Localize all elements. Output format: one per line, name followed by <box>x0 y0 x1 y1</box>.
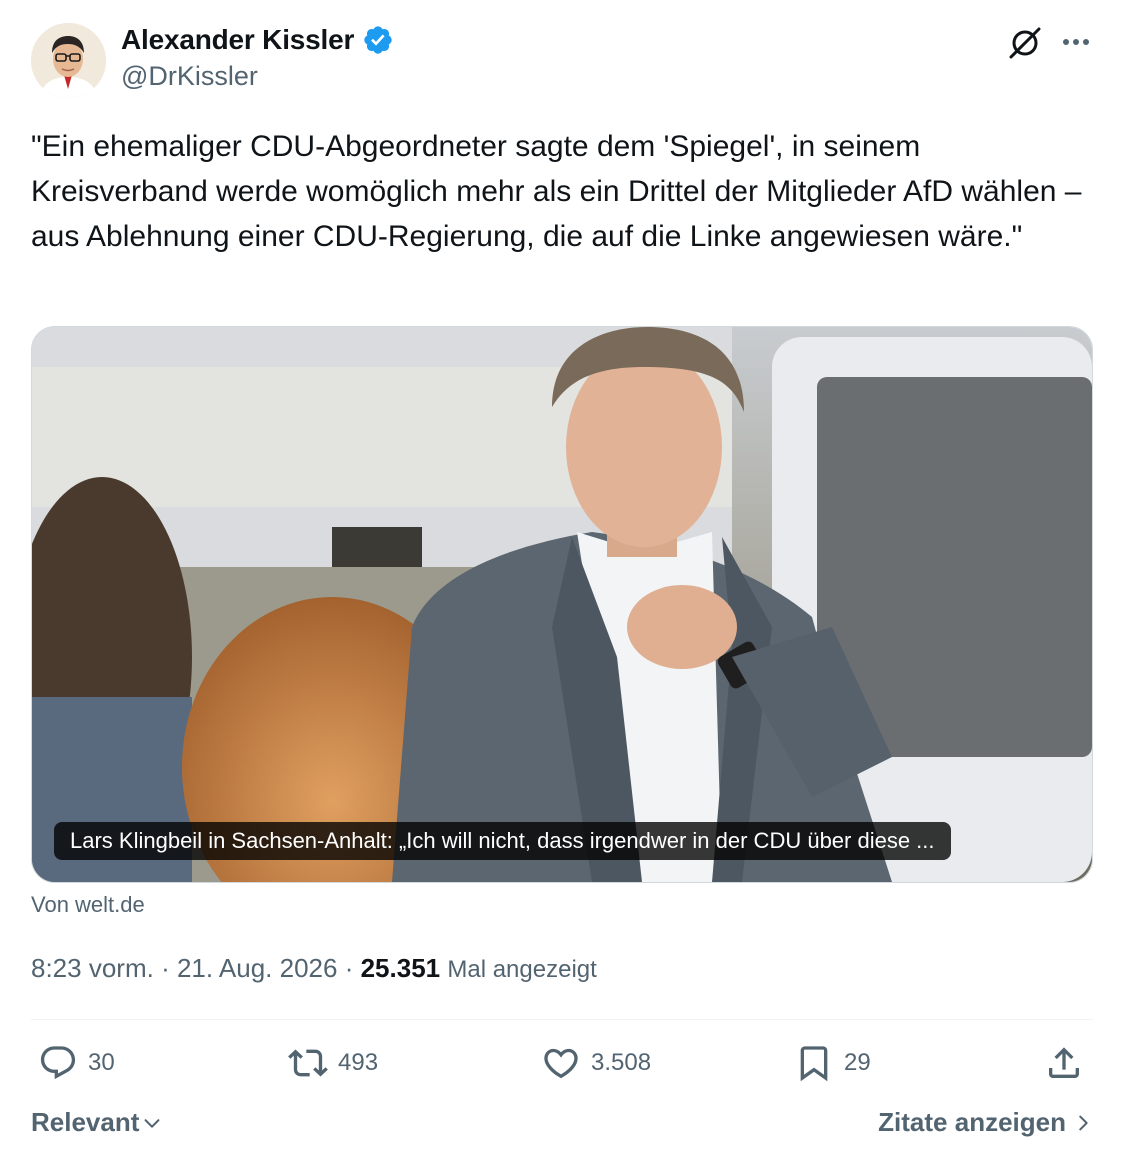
repost-button[interactable]: 493 <box>288 1043 378 1083</box>
reply-icon <box>40 1046 76 1080</box>
repost-count: 493 <box>338 1049 379 1076</box>
author-name-row[interactable]: Alexander Kissler <box>121 24 394 56</box>
more-options-icon[interactable] <box>1060 30 1092 54</box>
meta-separator: · <box>344 953 354 983</box>
tweet-meta: 8:23 vorm. · 21. Aug. 2026 · 25.351 Mal … <box>31 953 597 984</box>
like-count: 3.508 <box>591 1049 652 1076</box>
bookmark-icon <box>800 1046 828 1082</box>
avatar-image <box>31 23 106 98</box>
reply-button[interactable]: 30 <box>38 1043 115 1083</box>
share-icon <box>1049 1047 1079 1078</box>
author-name[interactable]: Alexander Kissler <box>121 24 354 56</box>
meta-separator: · <box>161 953 170 983</box>
tweet-text: "Ein ehemaliger CDU-Abgeordneter sagte d… <box>31 130 1082 253</box>
repost-icon <box>288 1049 328 1077</box>
reply-count: 30 <box>88 1049 115 1076</box>
link-source[interactable]: Von welt.de <box>31 892 145 918</box>
verified-badge-icon <box>364 26 392 54</box>
heart-icon <box>544 1048 578 1079</box>
divider <box>31 1019 1093 1020</box>
view-count-label: Mal angezeigt <box>447 956 597 983</box>
bookmark-button[interactable]: 29 <box>794 1043 871 1083</box>
article-photo <box>32 327 1092 882</box>
tweet-time[interactable]: 8:23 vorm. <box>31 953 154 983</box>
author-handle[interactable]: @DrKissler <box>121 61 258 92</box>
share-button[interactable] <box>1044 1043 1084 1083</box>
sort-label: Relevant <box>31 1107 140 1137</box>
sort-dropdown[interactable]: Relevant <box>31 1107 163 1138</box>
link-card-media[interactable]: Lars Klingbeil in Sachsen-Anhalt: „Ich w… <box>31 326 1093 883</box>
view-quotes-label: Zitate anzeigen <box>878 1107 1066 1137</box>
like-button[interactable]: 3.508 <box>541 1043 651 1083</box>
view-quotes-link[interactable]: Zitate anzeigen <box>878 1107 1092 1138</box>
tweet-date[interactable]: 21. Aug. 2026 <box>177 953 337 983</box>
grok-icon[interactable] <box>1006 24 1044 62</box>
chevron-down-icon <box>144 1118 160 1128</box>
view-count: 25.351 <box>360 953 441 983</box>
avatar[interactable] <box>31 23 106 98</box>
article-headline-caption: Lars Klingbeil in Sachsen-Anhalt: „Ich w… <box>54 822 951 860</box>
bookmark-count: 29 <box>844 1049 871 1076</box>
chevron-right-icon <box>1079 1115 1088 1130</box>
